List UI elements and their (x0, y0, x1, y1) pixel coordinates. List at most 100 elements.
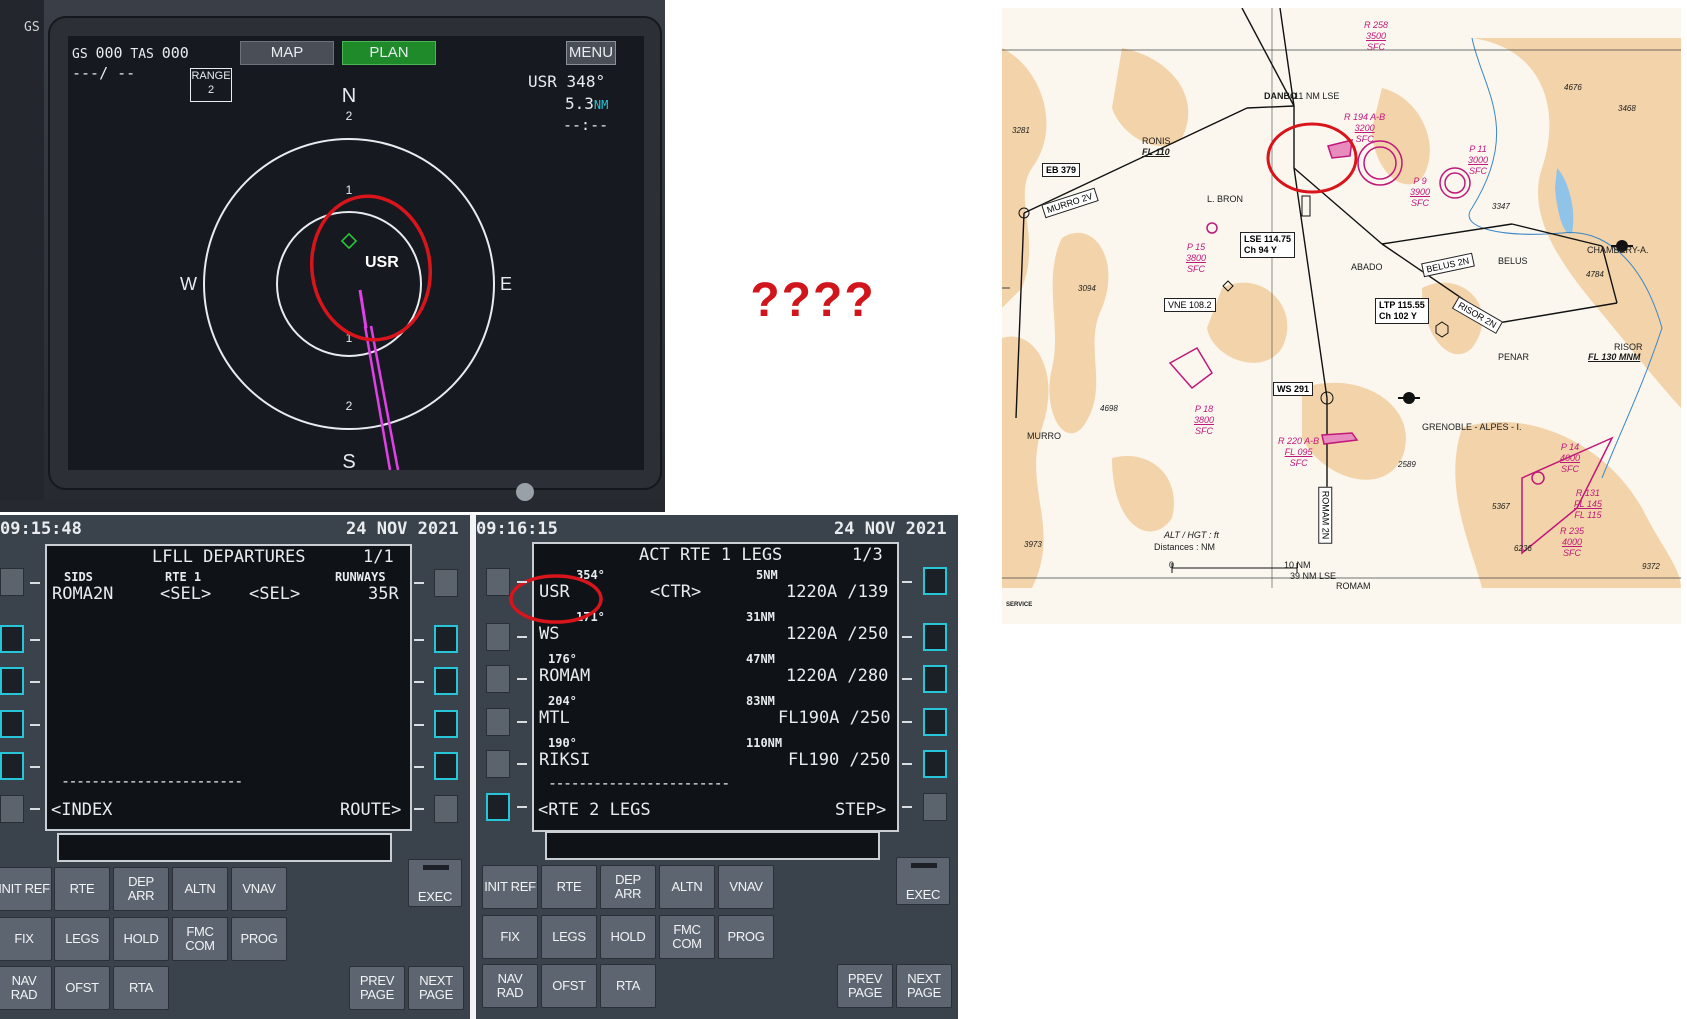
ofst-key[interactable]: OFST (541, 964, 597, 1008)
leg-constraint[interactable]: 1220A /139 (786, 582, 888, 602)
page-number: 1/3 (852, 545, 883, 565)
dep-arr-key[interactable]: DEP ARR (113, 867, 169, 911)
elevation: 3347 (1492, 202, 1510, 211)
nav-display-screen: GS 000 TAS 000 ---/ -- RANGE 2 MAP PLAN … (68, 36, 644, 470)
init-ref-key[interactable]: INIT REF (482, 865, 538, 909)
separator-dashes: ------------------------ (61, 772, 243, 790)
lsk-l6[interactable] (0, 795, 24, 823)
lsk-l2[interactable] (486, 623, 510, 651)
leg-constraint[interactable]: FL190A /250 (778, 708, 891, 728)
leg-waypoint-riksi[interactable]: RIKSI (539, 750, 590, 770)
lsk-r5[interactable] (434, 752, 458, 780)
elevation: 4698 (1100, 404, 1118, 413)
scratchpad[interactable] (57, 833, 392, 862)
hold-key[interactable]: HOLD (113, 917, 169, 961)
area-bottom: SFC (1195, 426, 1214, 436)
sid-select-2[interactable]: <SEL> (249, 584, 300, 604)
rte-2-legs-link[interactable]: <RTE 2 LEGS (538, 800, 651, 820)
scale-zero: 0 (1169, 560, 1175, 570)
restricted-area-p18 (1168, 346, 1213, 390)
usr-highlight-circle (1266, 122, 1358, 194)
lsk-r4[interactable] (434, 710, 458, 738)
scratchpad[interactable] (545, 831, 880, 860)
lsk-l1[interactable] (486, 568, 510, 596)
init-ref-key[interactable]: INIT REF (0, 867, 52, 911)
leg-constraint[interactable]: FL190 /250 (788, 750, 890, 770)
rte-key[interactable]: RTE (54, 867, 110, 911)
leg-course: 176° (548, 652, 577, 666)
lsk-l5[interactable] (0, 752, 24, 780)
lsk-l2[interactable] (0, 625, 24, 653)
nav-rad-key[interactable]: NAV RAD (482, 964, 538, 1008)
risor-fl: FL 130 MNM (1588, 352, 1641, 362)
fmc-comm-key[interactable]: FMC COM (659, 915, 715, 959)
runway-35r[interactable]: 35R (368, 584, 399, 604)
prog-key[interactable]: PROG (231, 917, 287, 961)
lsk-r6[interactable] (923, 793, 947, 821)
lsk-l4[interactable] (0, 710, 24, 738)
leg-constraint[interactable]: 1220A /250 (786, 624, 888, 644)
next-page-key[interactable]: NEXT PAGE (896, 964, 952, 1008)
legs-key[interactable]: LEGS (541, 915, 597, 959)
exec-key[interactable]: EXEC (896, 857, 950, 905)
rta-key[interactable]: RTA (600, 964, 656, 1008)
lsk-l3[interactable] (0, 667, 24, 695)
lsk-l5[interactable] (486, 750, 510, 778)
lsk-l1[interactable] (0, 568, 24, 596)
display-knob[interactable] (516, 483, 534, 501)
leg-waypoint-mtl[interactable]: MTL (539, 708, 570, 728)
route-link[interactable]: ROUTE> (340, 800, 401, 820)
dep-arr-key[interactable]: DEP ARR (600, 865, 656, 909)
vnav-key[interactable]: VNAV (231, 867, 287, 911)
leg-waypoint-romam[interactable]: ROMAM (539, 666, 590, 686)
rte-key[interactable]: RTE (541, 865, 597, 909)
hold-key[interactable]: HOLD (600, 915, 656, 959)
p11-label: P 11 3000 SFC (1468, 144, 1488, 177)
vnav-key[interactable]: VNAV (718, 865, 774, 909)
lsk-r3[interactable] (923, 665, 947, 693)
lsk-r6[interactable] (434, 795, 458, 823)
lsk-r3[interactable] (434, 667, 458, 695)
eb379-box: EB 379 (1042, 163, 1081, 177)
nav-display-bezel: GS GS 000 TAS 000 ---/ -- RANGE 2 MAP PL… (0, 0, 665, 512)
nav-rad-key[interactable]: NAV RAD (0, 966, 52, 1010)
step-link[interactable]: STEP> (835, 800, 886, 820)
index-link[interactable]: <INDEX (51, 800, 112, 820)
prev-page-key[interactable]: PREV PAGE (837, 964, 893, 1008)
ofst-key[interactable]: OFST (54, 966, 110, 1010)
waypoint-diamond-icon[interactable] (340, 232, 358, 250)
lsk-l4[interactable] (486, 708, 510, 736)
legs-key[interactable]: LEGS (54, 917, 110, 961)
airport-grenoble: GRENOBLE - ALPES - I. (1422, 422, 1522, 432)
lsk-l6[interactable] (486, 793, 510, 821)
lsk-r2[interactable] (923, 623, 947, 651)
altn-key[interactable]: ALTN (172, 867, 228, 911)
lsk-r1[interactable] (434, 569, 458, 597)
lsk-dash (902, 763, 912, 765)
exec-key[interactable]: EXEC (408, 859, 462, 907)
prev-page-key[interactable]: PREV PAGE (349, 966, 405, 1010)
sid-select-1[interactable]: <SEL> (160, 584, 211, 604)
lsk-r5[interactable] (923, 750, 947, 778)
next-page-key[interactable]: NEXT PAGE (408, 966, 464, 1010)
lsk-l3[interactable] (486, 665, 510, 693)
sid-roma2n[interactable]: ROMA2N (52, 584, 113, 604)
ctr-link[interactable]: <CTR> (650, 582, 701, 602)
elevation: 3281 (1012, 126, 1030, 135)
runways-header: RUNWAYS (335, 570, 386, 584)
lsk-r1[interactable] (923, 567, 947, 595)
area-bottom: SFC (1367, 42, 1386, 52)
plan-map[interactable]: N S E W 2 1 1 2 USR (68, 36, 644, 470)
prog-key[interactable]: PROG (718, 915, 774, 959)
question-marks: ???? (750, 274, 876, 327)
area-id: P 9 (1413, 176, 1427, 186)
fix-key[interactable]: FIX (0, 917, 52, 961)
fmc-comm-key[interactable]: FMC COM (172, 917, 228, 961)
fix-key[interactable]: FIX (482, 915, 538, 959)
leg-constraint[interactable]: 1220A /280 (786, 666, 888, 686)
p9-label: P 9 3900 SFC (1410, 176, 1430, 209)
altn-key[interactable]: ALTN (659, 865, 715, 909)
lsk-r2[interactable] (434, 625, 458, 653)
rta-key[interactable]: RTA (113, 966, 169, 1010)
lsk-r4[interactable] (923, 708, 947, 736)
